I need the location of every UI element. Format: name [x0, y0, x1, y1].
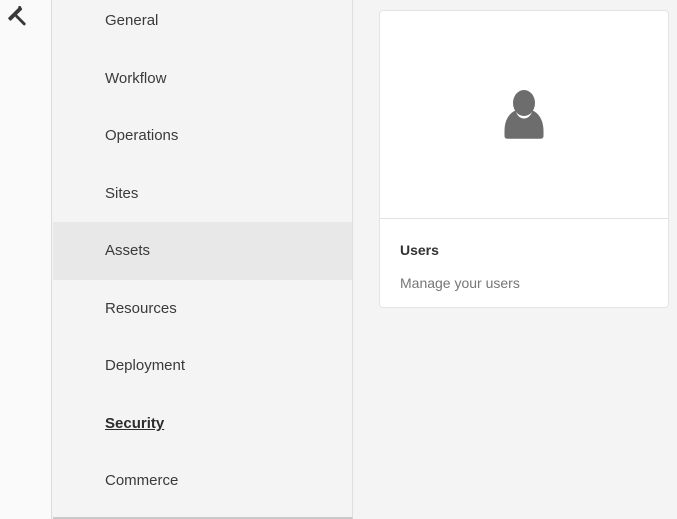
tools-rail: [0, 0, 52, 519]
users-card-thumbnail: [380, 11, 668, 219]
menu-item-commerce[interactable]: Commerce: [53, 452, 352, 510]
settings-category-list: General Workflow Operations Sites Assets…: [53, 0, 352, 510]
menu-item-label: General: [105, 12, 159, 30]
hammer-icon: [8, 6, 26, 26]
menu-item-general[interactable]: General: [53, 0, 352, 50]
content-area: Users Manage your users: [353, 0, 677, 519]
menu-item-label: Workflow: [105, 69, 167, 87]
users-card-description: Manage your users: [400, 275, 520, 291]
users-card-body: Users Manage your users: [380, 219, 668, 291]
menu-item-deployment[interactable]: Deployment: [53, 337, 352, 395]
menu-item-label: Operations: [105, 127, 179, 145]
tools-hammer-button[interactable]: [4, 4, 32, 32]
settings-category-menu: General Workflow Operations Sites Assets…: [53, 0, 353, 519]
menu-item-resources[interactable]: Resources: [53, 280, 352, 338]
users-card-title: Users: [400, 242, 439, 258]
users-card[interactable]: Users Manage your users: [379, 10, 669, 308]
menu-item-label: Security: [105, 414, 165, 432]
menu-item-label: Deployment: [105, 357, 186, 375]
menu-item-label: Sites: [105, 184, 139, 202]
menu-item-sites[interactable]: Sites: [53, 165, 352, 223]
menu-item-workflow[interactable]: Workflow: [53, 50, 352, 108]
menu-item-security[interactable]: Security: [53, 395, 352, 453]
user-icon: [504, 90, 544, 139]
menu-item-operations[interactable]: Operations: [53, 107, 352, 165]
menu-item-assets[interactable]: Assets: [53, 222, 352, 280]
menu-item-label: Assets: [105, 242, 151, 260]
menu-item-label: Resources: [105, 299, 177, 317]
menu-item-label: Commerce: [105, 472, 179, 490]
